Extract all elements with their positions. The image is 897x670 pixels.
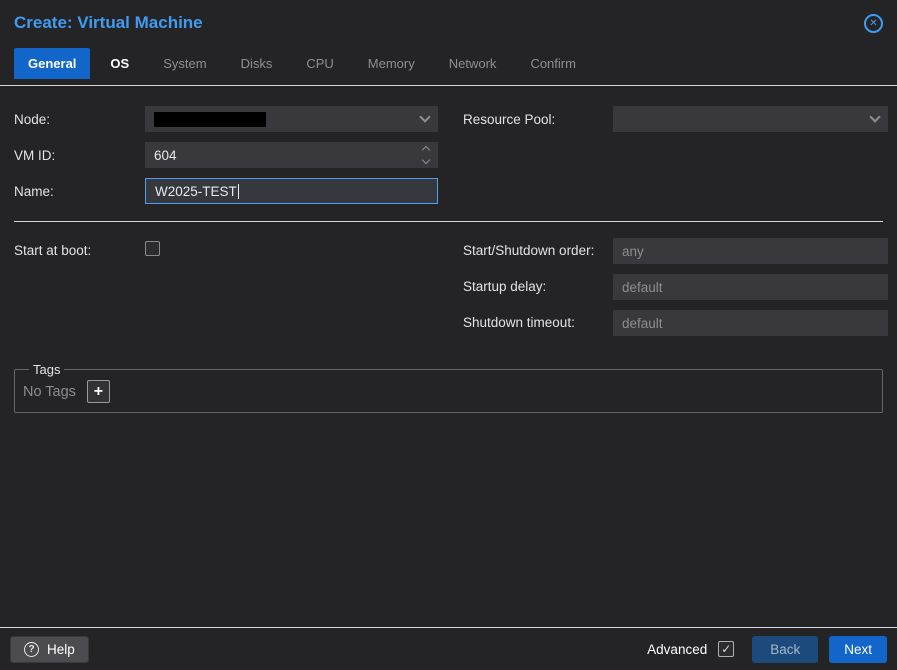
chevron-up-icon <box>421 145 431 155</box>
start-shutdown-order-label: Start/Shutdown order: <box>463 243 595 258</box>
section-divider <box>14 221 883 222</box>
question-icon <box>24 641 39 657</box>
general-form: Node: Resource Pool: VM ID: 604 Name: W2… <box>0 86 897 413</box>
node-combobox[interactable] <box>145 106 438 132</box>
next-button[interactable]: Next <box>829 635 887 663</box>
tab-bar: General OS System Disks CPU Memory Netwo… <box>0 46 897 86</box>
back-button[interactable]: Back <box>752 635 819 663</box>
dialog-title: Create: Virtual Machine <box>14 13 203 32</box>
start-at-boot-label: Start at boot: <box>14 243 92 258</box>
chevron-down-icon <box>869 111 881 123</box>
chevron-down-icon <box>421 155 431 165</box>
node-value-redacted <box>154 111 266 127</box>
help-button-label: Help <box>47 641 75 657</box>
name-input[interactable]: W2025-TEST <box>145 178 438 204</box>
create-vm-dialog: Create: Virtual Machine General OS Syste… <box>0 0 897 670</box>
dialog-titlebar: Create: Virtual Machine <box>0 0 897 46</box>
name-label: Name: <box>14 183 54 199</box>
tags-legend: Tags <box>33 362 61 377</box>
start-shutdown-order-input[interactable]: any <box>613 238 888 264</box>
startup-delay-placeholder: default <box>622 279 663 295</box>
vmid-label: VM ID: <box>14 147 56 163</box>
advanced-label: Advanced <box>647 641 708 657</box>
tab-confirm: Confirm <box>530 56 576 71</box>
chevron-down-icon <box>419 111 431 123</box>
dialog-footer: Help Advanced Back Next <box>0 627 897 670</box>
shutdown-timeout-label: Shutdown timeout: <box>463 315 575 330</box>
advanced-checkbox[interactable] <box>718 641 735 657</box>
tab-system: System <box>163 56 207 71</box>
text-cursor <box>237 183 239 199</box>
vmid-spinner[interactable]: 604 <box>145 142 438 168</box>
vmid-value: 604 <box>154 147 177 163</box>
shutdown-timeout-placeholder: default <box>622 315 663 331</box>
tab-memory: Memory <box>367 56 415 71</box>
plus-icon: + <box>93 382 104 400</box>
node-label: Node: <box>14 111 51 127</box>
startup-delay-input[interactable]: default <box>613 274 888 300</box>
name-value: W2025-TEST <box>155 183 237 199</box>
resource-pool-label: Resource Pool: <box>463 111 556 127</box>
tab-cpu: CPU <box>306 56 334 71</box>
tab-os[interactable]: OS <box>96 48 143 79</box>
resource-pool-combobox[interactable] <box>613 106 888 132</box>
add-tag-button[interactable]: + <box>86 380 110 403</box>
shutdown-timeout-input[interactable]: default <box>613 310 888 336</box>
startup-delay-label: Startup delay: <box>463 279 547 294</box>
close-icon[interactable] <box>864 13 883 33</box>
tab-disks: Disks <box>240 56 273 71</box>
spinner-arrows[interactable] <box>421 145 431 165</box>
start-at-boot-checkbox[interactable] <box>145 241 160 256</box>
tab-general[interactable]: General <box>14 48 91 79</box>
tab-network: Network <box>448 56 497 71</box>
start-shutdown-order-placeholder: any <box>622 243 644 259</box>
no-tags-text: No Tags <box>23 383 76 400</box>
tags-fieldset: Tags No Tags + <box>14 362 883 413</box>
help-button[interactable]: Help <box>10 635 89 663</box>
